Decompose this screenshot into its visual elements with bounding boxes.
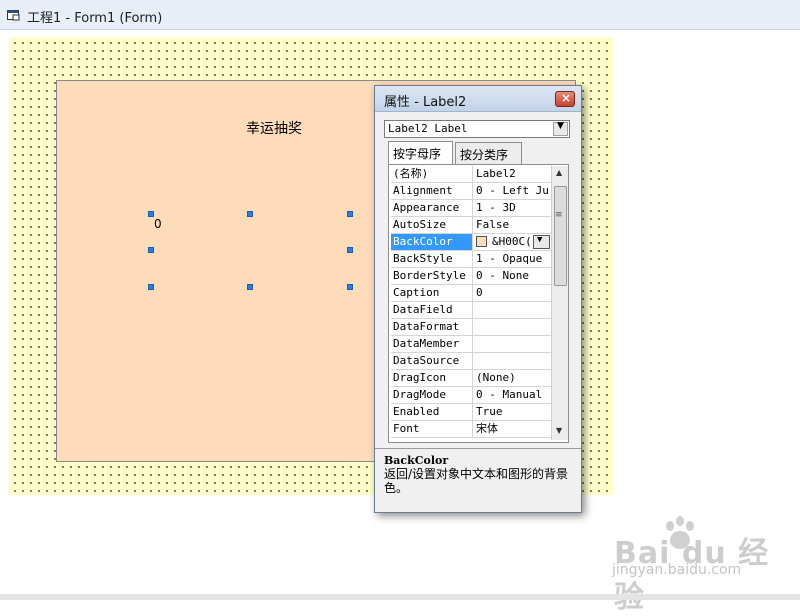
selection-handle-top-left[interactable] <box>148 211 154 217</box>
property-row[interactable]: (名称) Label2 <box>391 166 551 183</box>
scroll-up-icon[interactable]: ▲ <box>556 168 562 177</box>
chevron-down-icon: ▼ <box>537 235 543 245</box>
description-title: BackColor <box>384 454 449 467</box>
property-row[interactable]: Caption 0 <box>391 285 551 302</box>
property-row-selected[interactable]: BackColor &H00C( ▼ <box>391 234 551 251</box>
selection-handle-top-middle[interactable] <box>247 211 253 217</box>
scroll-down-icon[interactable]: ▼ <box>556 426 562 435</box>
grip-icon: ≡ <box>555 210 563 220</box>
chevron-down-icon: ▼ <box>557 121 564 131</box>
property-row[interactable]: BorderStyle 0 - None <box>391 268 551 285</box>
property-row[interactable]: DataField <box>391 302 551 319</box>
property-row[interactable]: Font 宋体 <box>391 421 551 438</box>
selection-handle-middle-right[interactable] <box>347 247 353 253</box>
label-value[interactable]: 0 <box>154 217 162 231</box>
property-grid-scrollbar[interactable]: ▲ ≡ ▼ <box>551 166 568 440</box>
property-row[interactable]: DragMode 0 - Manual <box>391 387 551 404</box>
properties-title-bar[interactable]: 属性 - Label2 × <box>375 86 581 112</box>
selection-handle-bottom-right[interactable] <box>347 284 353 290</box>
status-strip <box>0 594 800 600</box>
property-row[interactable]: DataFormat <box>391 319 551 336</box>
property-row[interactable]: BackStyle 1 - Opaque <box>391 251 551 268</box>
property-grid: (名称) Label2 Alignment 0 - Left Ju Appearan… <box>388 164 569 443</box>
close-button[interactable]: × <box>555 91 575 107</box>
watermark-url: jingyan.baidu.com <box>612 562 742 578</box>
property-row[interactable]: DataMember <box>391 336 551 353</box>
property-row[interactable]: AutoSize False <box>391 217 551 234</box>
properties-title: 属性 - Label2 <box>384 95 467 110</box>
description-text: 返回/设置对象中文本和图形的背景色。 <box>384 467 569 495</box>
designer-title: 工程1 - Form1 (Form) <box>27 11 163 26</box>
object-selector-value: Label2 Label <box>388 122 468 135</box>
selection-handle-bottom-left[interactable] <box>148 284 154 290</box>
tab-alphabetic[interactable]: 按字母序 <box>388 141 453 165</box>
color-swatch <box>476 236 487 247</box>
scrollbar-thumb[interactable] <box>554 186 567 286</box>
object-selector-dropdown[interactable]: ▼ <box>553 121 568 136</box>
description-divider <box>375 448 581 449</box>
property-row[interactable]: Appearance 1 - 3D <box>391 200 551 217</box>
close-icon: × <box>561 91 572 105</box>
property-row[interactable]: Alignment 0 - Left Ju <box>391 183 551 200</box>
designer-title-bar: 工程1 - Form1 (Form) <box>0 0 800 30</box>
tab-categorized[interactable]: 按分类序 <box>455 142 522 164</box>
properties-window: 属性 - Label2 × Label2 Label ▼ 按字母序 按分类序 (… <box>374 85 582 513</box>
selection-handle-bottom-middle[interactable] <box>247 284 253 290</box>
property-row[interactable]: Enabled True <box>391 404 551 421</box>
watermark: Bai du 经验 jingyan.baidu.com <box>612 514 792 615</box>
property-row[interactable]: DragIcon (None) <box>391 370 551 387</box>
form-icon <box>7 10 20 21</box>
label-title[interactable]: 幸运抽奖 <box>246 118 302 138</box>
property-description: BackColor 返回/设置对象中文本和图形的背景色。 <box>384 454 573 506</box>
selection-handle-top-right[interactable] <box>347 211 353 217</box>
backcolor-dropdown-button[interactable]: ▼ <box>533 235 550 249</box>
property-row[interactable]: DataSource <box>391 353 551 370</box>
selection-handle-middle-left[interactable] <box>148 247 154 253</box>
object-selector[interactable]: Label2 Label ▼ <box>384 120 570 138</box>
